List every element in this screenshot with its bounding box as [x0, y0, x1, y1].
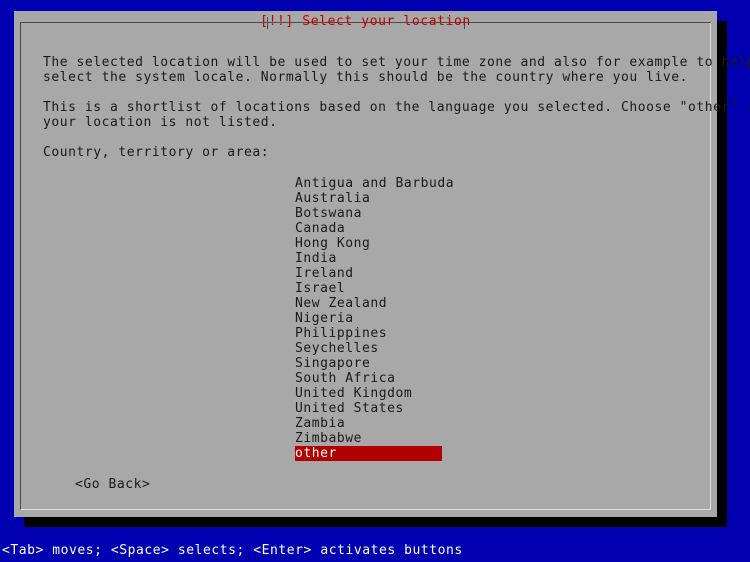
list-item[interactable]: Singapore: [295, 356, 442, 371]
list-item[interactable]: Philippines: [295, 326, 442, 341]
country-field-label: Country, territory or area:: [43, 145, 270, 160]
list-item[interactable]: Zambia: [295, 416, 442, 431]
list-item[interactable]: Ireland: [295, 266, 442, 281]
installer-screen: [!!] Select your location The selected l…: [0, 0, 750, 562]
list-item[interactable]: South Africa: [295, 371, 442, 386]
keyboard-hint-statusbar: <Tab> moves; <Space> selects; <Enter> ac…: [0, 540, 750, 562]
list-item[interactable]: Antigua and Barbuda: [295, 176, 454, 191]
list-item[interactable]: New Zealand: [295, 296, 442, 311]
dialog-titlebar: [!!] Select your location: [20, 14, 711, 29]
list-item[interactable]: United Kingdom: [295, 386, 442, 401]
dialog-title: [!!] Select your location: [260, 14, 471, 29]
list-item[interactable]: Israel: [295, 281, 442, 296]
go-back-button[interactable]: <Go Back>: [75, 477, 150, 492]
list-item[interactable]: other: [295, 446, 442, 461]
description-paragraph-1: The selected location will be used to se…: [43, 55, 750, 85]
select-location-dialog: [!!] Select your location The selected l…: [14, 11, 750, 517]
country-list[interactable]: Antigua and Barbuda Australia Botswana Cana…: [295, 176, 695, 461]
list-item[interactable]: India: [295, 251, 442, 266]
list-item[interactable]: Canada: [295, 221, 442, 236]
list-item[interactable]: United States: [295, 401, 442, 416]
description-paragraph-2: This is a shortlist of locations based o…: [43, 100, 750, 130]
list-item[interactable]: Zimbabwe: [295, 431, 442, 446]
list-item[interactable]: Australia: [295, 191, 442, 206]
list-item[interactable]: Seychelles: [295, 341, 442, 356]
list-item[interactable]: Hong Kong: [295, 236, 442, 251]
list-item[interactable]: Botswana: [295, 206, 442, 221]
list-item[interactable]: Nigeria: [295, 311, 442, 326]
